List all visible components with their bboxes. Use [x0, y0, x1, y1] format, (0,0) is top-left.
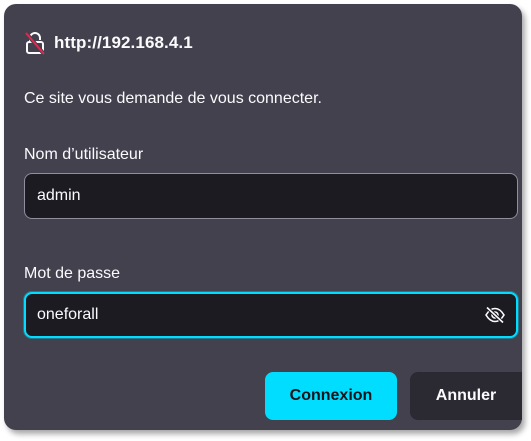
password-label: Mot de passe	[24, 265, 121, 282]
auth-dialog: http://192.168.4.1 Ce site vous demande …	[4, 4, 522, 430]
username-label: Nom d’utilisateur	[24, 146, 144, 163]
insecure-lock-icon	[24, 31, 46, 56]
login-prompt: Ce site vous demande de vous connecter.	[24, 90, 322, 107]
dialog-header: http://192.168.4.1	[24, 30, 193, 56]
password-value: oneforall	[37, 306, 99, 323]
username-field[interactable]: admin	[24, 173, 518, 219]
username-value: admin	[37, 187, 81, 204]
password-field[interactable]: oneforall	[24, 292, 518, 338]
connect-button[interactable]: Connexion	[265, 372, 397, 420]
site-url: http://192.168.4.1	[54, 33, 193, 52]
eye-slash-icon[interactable]	[484, 306, 506, 324]
cancel-button[interactable]: Annuler	[410, 372, 522, 420]
